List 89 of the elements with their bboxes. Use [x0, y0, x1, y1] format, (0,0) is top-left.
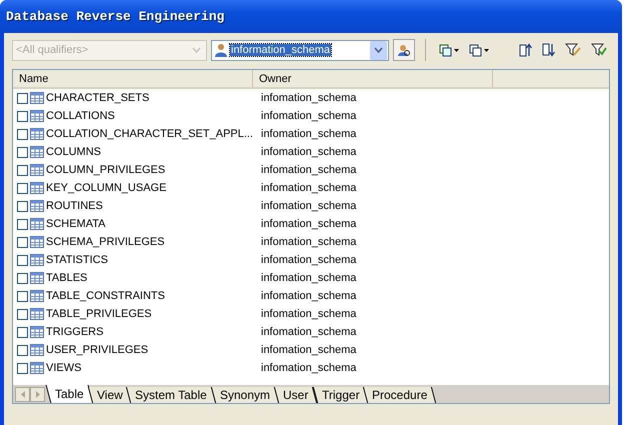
table-icon	[30, 128, 44, 140]
user-search-button[interactable]	[393, 39, 415, 61]
checkbox[interactable]	[17, 92, 28, 104]
owner-cell: infomation_schema	[261, 326, 356, 338]
owner-cell: infomation_schema	[261, 164, 356, 176]
checkbox[interactable]	[17, 200, 28, 212]
table-icon	[30, 200, 44, 212]
table-name: TABLES	[46, 272, 88, 284]
table-name: TRIGGERS	[46, 326, 104, 338]
copy-icon	[439, 44, 452, 56]
owner-cell: infomation_schema	[261, 308, 356, 320]
owner-cell: infomation_schema	[261, 290, 356, 302]
table-name: COLUMN_PRIVILEGES	[46, 164, 166, 176]
table-icon	[30, 236, 44, 248]
checkbox[interactable]	[17, 128, 28, 140]
checkbox[interactable]	[17, 272, 28, 284]
table-name: VIEWS	[46, 362, 82, 374]
table-name: COLUMNS	[46, 146, 102, 158]
sheet-tab[interactable]: Procedure	[363, 387, 437, 403]
table-name: STATISTICS	[46, 254, 108, 266]
copy-icon	[469, 44, 482, 56]
sheet-tab[interactable]: Trigger	[312, 387, 368, 403]
owner-cell: infomation_schema	[261, 344, 356, 356]
table-icon	[30, 290, 44, 302]
owner-cell: infomation_schema	[261, 254, 356, 266]
table-name: COLLATIONS	[46, 110, 115, 122]
sort-up-icon	[519, 43, 532, 57]
caret-icon	[484, 48, 489, 52]
table-icon	[30, 344, 44, 356]
table-name: ROUTINES	[46, 200, 103, 212]
owner-cell: infomation_schema	[261, 128, 356, 140]
table-icon	[30, 146, 44, 158]
table-icon	[30, 218, 44, 230]
column-header[interactable]: Owner	[253, 70, 493, 87]
table-name: KEY_COLUMN_USAGE	[46, 182, 166, 194]
checkbox[interactable]	[17, 236, 28, 248]
checkbox[interactable]	[17, 308, 28, 320]
checkbox[interactable]	[17, 362, 28, 374]
table-icon	[30, 182, 44, 194]
table-name: TABLE_CONSTRAINTS	[46, 290, 165, 302]
caret-icon	[374, 47, 383, 53]
table-name: TABLE_PRIVILEGES	[46, 308, 152, 320]
user-icon	[215, 43, 227, 57]
table-name: CHARACTER_SETS	[46, 92, 150, 104]
right-arrow-icon	[36, 391, 40, 398]
table-icon	[30, 92, 44, 104]
filter-icon	[565, 43, 581, 57]
checkbox[interactable]	[17, 290, 28, 302]
table-icon	[30, 326, 44, 338]
table-name: SCHEMATA	[46, 218, 106, 230]
table-icon	[30, 308, 44, 320]
table-name: SCHEMA_PRIVILEGES	[46, 236, 165, 248]
caret-icon	[192, 47, 201, 53]
checkbox[interactable]	[17, 326, 28, 338]
owner-cell: infomation_schema	[261, 236, 356, 248]
owner-cell: infomation_schema	[261, 272, 356, 284]
table-icon	[30, 272, 44, 284]
checkbox[interactable]	[17, 146, 28, 158]
checkbox[interactable]	[17, 218, 28, 230]
checkbox[interactable]	[17, 110, 28, 122]
sheet-tab[interactable]: System Table	[126, 387, 216, 403]
user-icon	[397, 43, 411, 57]
owner-cell: infomation_schema	[261, 200, 356, 212]
table-icon	[30, 254, 44, 266]
checkbox[interactable]	[17, 344, 28, 356]
owner-cell: infomation_schema	[261, 362, 356, 374]
owner-cell: infomation_schema	[261, 92, 356, 104]
table-icon	[30, 110, 44, 122]
table-icon	[30, 164, 44, 176]
table-name: USER_PRIVILEGES	[46, 344, 148, 356]
sheet-tab[interactable]: User	[274, 387, 318, 403]
table-name: COLLATION_CHARACTER_SET_APPL...	[46, 128, 254, 140]
caret-icon	[454, 48, 459, 52]
table-icon	[30, 362, 44, 374]
owner-cell: infomation_schema	[261, 218, 356, 230]
left-arrow-icon	[20, 391, 24, 398]
column-header[interactable]: Name	[13, 70, 253, 87]
sort-down-icon	[542, 43, 555, 57]
filter-icon	[591, 43, 607, 57]
sheet-tab[interactable]: Synonym	[211, 387, 280, 403]
owner-dropdown[interactable]: information_schema	[211, 40, 389, 60]
checkbox[interactable]	[17, 182, 28, 194]
checkbox[interactable]	[17, 254, 28, 266]
owner-cell: infomation_schema	[261, 110, 356, 122]
owner-cell: infomation_schema	[261, 182, 356, 194]
checkbox[interactable]	[17, 164, 28, 176]
sheet-tab[interactable]: Table	[46, 385, 94, 403]
owner-cell: infomation_schema	[261, 146, 356, 158]
window-title: Database Reverse Engineering	[6, 9, 224, 24]
